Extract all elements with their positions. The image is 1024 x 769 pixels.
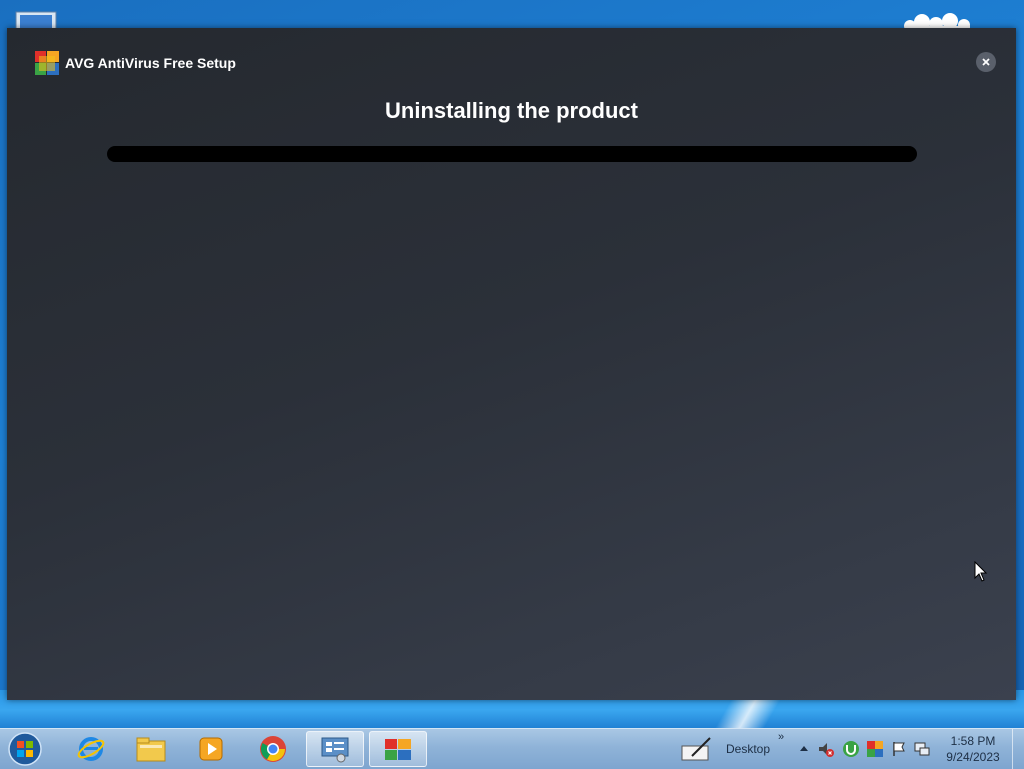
volume-muted-icon[interactable]	[817, 740, 835, 758]
close-button[interactable]	[976, 52, 996, 72]
clock-date: 9/24/2023	[946, 750, 1000, 764]
pen-tablet-icon	[681, 737, 711, 761]
window-title: AVG AntiVirus Free Setup	[65, 55, 236, 71]
show-hidden-icons-icon[interactable]	[795, 740, 813, 758]
taskbar-avg[interactable]	[369, 731, 427, 767]
network-icon[interactable]	[913, 740, 931, 758]
taskbar-control-panel[interactable]	[306, 731, 364, 767]
chrome-icon	[260, 736, 286, 762]
desktop: AVG AntiVirus Free Setup Uninstalling th…	[0, 0, 1024, 768]
avg-setup-window: AVG AntiVirus Free Setup Uninstalling th…	[7, 28, 1016, 700]
taskbar-file-explorer[interactable]	[122, 731, 180, 767]
avg-logo-icon	[35, 51, 59, 75]
page-heading: Uninstalling the product	[385, 98, 638, 123]
clock-time: 1:58 PM	[950, 734, 996, 748]
taskbar-media-player[interactable]	[182, 731, 240, 767]
desktop-toolbar[interactable]: Desktop	[680, 733, 770, 765]
uninstall-progress-bar	[107, 146, 917, 162]
system-clock[interactable]: 1:58 PM 9/24/2023	[940, 733, 1006, 765]
close-icon	[982, 58, 990, 66]
toolbar-expand-chevron-icon[interactable]: »	[778, 731, 784, 743]
file-explorer-icon	[136, 737, 166, 762]
taskbar-chrome[interactable]	[244, 731, 302, 767]
window-title-bar: AVG AntiVirus Free Setup	[35, 50, 236, 76]
internet-explorer-icon	[77, 737, 105, 761]
desktop-toolbar-label: Desktop	[726, 742, 771, 756]
control-panel-icon	[321, 737, 349, 763]
taskbar: Desktop » 1:58 PM 9/24/2023	[0, 728, 1024, 769]
show-desktop-button[interactable]	[1012, 729, 1024, 769]
mouse-cursor-icon	[974, 561, 988, 582]
action-center-flag-icon[interactable]	[890, 740, 908, 758]
avg-tray-icon[interactable]	[866, 740, 884, 758]
utorrent-icon[interactable]	[842, 740, 860, 758]
computer-icon[interactable]	[14, 8, 62, 30]
start-button[interactable]	[6, 731, 44, 767]
avg-icon	[385, 739, 411, 760]
taskbar-internet-explorer[interactable]	[62, 731, 120, 767]
media-player-icon	[199, 737, 223, 761]
